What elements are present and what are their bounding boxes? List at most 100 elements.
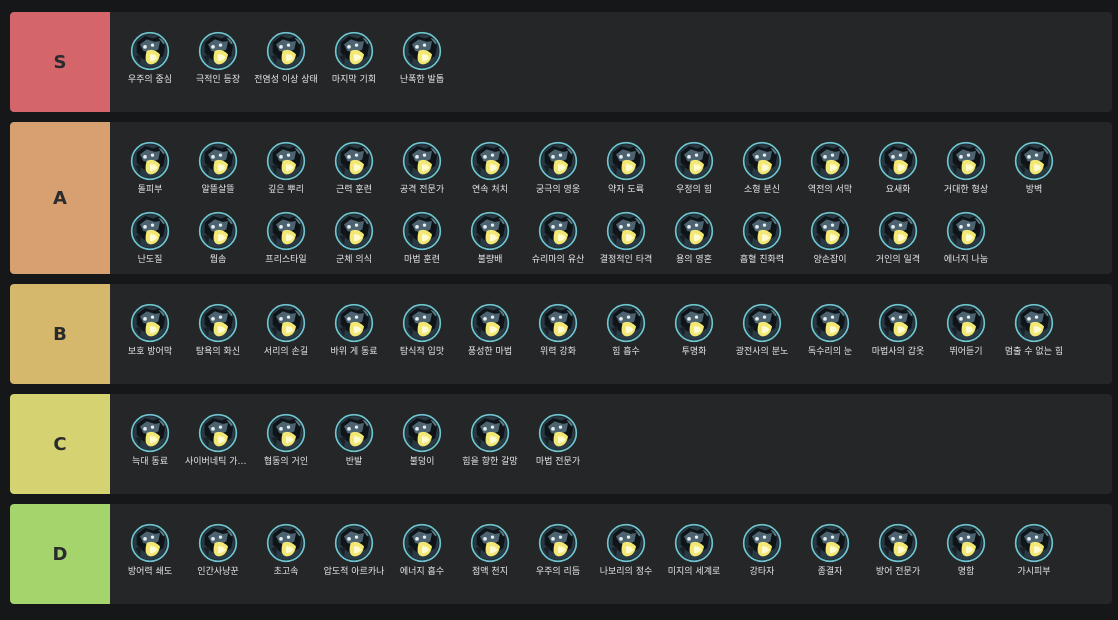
tier-item[interactable]: 알뜰살뜰 xyxy=(184,124,252,194)
tier-item[interactable]: 투명화 xyxy=(660,286,728,356)
tier-item[interactable]: 우정의 힘 xyxy=(660,124,728,194)
tier-item[interactable]: 마법 훈련 xyxy=(388,194,456,264)
augment-portrait-icon xyxy=(130,303,170,343)
tier-item[interactable]: 멈출 수 없는 힘 xyxy=(1000,286,1068,356)
tier-item[interactable]: 방벽 xyxy=(1000,124,1068,194)
tier-item[interactable]: 마법 전문가 xyxy=(524,396,592,466)
tier-item[interactable]: 흡혈 친화력 xyxy=(728,194,796,264)
augment-portrait-icon xyxy=(742,141,782,181)
tier-item[interactable]: 극적인 등장 xyxy=(184,14,252,84)
augment-portrait-icon xyxy=(470,413,510,453)
tier-item[interactable]: 점액 천지 xyxy=(456,506,524,576)
tier-item[interactable]: 나보리의 정수 xyxy=(592,506,660,576)
tier-item[interactable]: 불량배 xyxy=(456,194,524,264)
augment-portrait-icon xyxy=(606,523,646,563)
tier-item[interactable]: 군체 의식 xyxy=(320,194,388,264)
tier-item[interactable]: 거인의 일격 xyxy=(864,194,932,264)
augment-portrait-icon xyxy=(742,303,782,343)
tier-item[interactable]: 난폭한 발톱 xyxy=(388,14,456,84)
tier-item-label: 광전사의 분노 xyxy=(735,347,789,356)
tier-item[interactable]: 약자 도륙 xyxy=(592,124,660,194)
tier-item[interactable]: 역전의 서막 xyxy=(796,124,864,194)
tier-item[interactable]: 종결자 xyxy=(796,506,864,576)
tier-item[interactable]: 거대한 형상 xyxy=(932,124,1000,194)
tier-item-label: 탐욕의 화신 xyxy=(195,347,241,356)
augment-portrait-icon xyxy=(878,523,918,563)
augment-portrait-icon xyxy=(946,523,986,563)
tier-item[interactable]: 마지막 기회 xyxy=(320,14,388,84)
tier-item[interactable]: 돌피부 xyxy=(116,124,184,194)
tier-item[interactable]: 에너지 흡수 xyxy=(388,506,456,576)
tier-item[interactable]: 용의 영혼 xyxy=(660,194,728,264)
tier-row-a: A 돌피부 알뜰살뜰 깊은 뿌리 근력 훈련 공격 전문가 연속 처치 궁극의 영웅 약자 도륙… xyxy=(10,122,1112,274)
tier-item[interactable]: 방어력 쇄도 xyxy=(116,506,184,576)
tier-item[interactable]: 연속 처치 xyxy=(456,124,524,194)
tier-item[interactable]: 난도질 xyxy=(116,194,184,264)
tier-item[interactable]: 탐식적 입맛 xyxy=(388,286,456,356)
tier-item[interactable]: 요새화 xyxy=(864,124,932,194)
tier-item-label: 인간사냥꾼 xyxy=(197,567,239,576)
tier-items-container: 우주의 중심 극적인 등장 전염성 이상 상태 마지막 기회 난폭한 발톱 xyxy=(110,12,1112,112)
tier-item[interactable]: 반발 xyxy=(320,396,388,466)
tier-item[interactable]: 우주의 리듬 xyxy=(524,506,592,576)
tier-label[interactable]: B xyxy=(10,284,110,384)
tier-item[interactable]: 보호 방어막 xyxy=(116,286,184,356)
tier-item[interactable]: 바위 게 동료 xyxy=(320,286,388,356)
tier-item-label: 용의 영혼 xyxy=(676,255,712,264)
tier-item[interactable]: 탐욕의 화신 xyxy=(184,286,252,356)
tier-item-label: 우정의 힘 xyxy=(676,185,712,194)
tier-item[interactable]: 초고속 xyxy=(252,506,320,576)
tier-label[interactable]: A xyxy=(10,122,110,274)
augment-portrait-icon xyxy=(402,523,442,563)
tier-item[interactable]: 뛰어듣기 xyxy=(932,286,1000,356)
tier-item[interactable]: 명함 xyxy=(932,506,1000,576)
tier-label[interactable]: D xyxy=(10,504,110,604)
tier-item[interactable]: 깊은 뿌리 xyxy=(252,124,320,194)
tier-item[interactable]: 가시피부 xyxy=(1000,506,1068,576)
tier-item[interactable]: 협동의 거인 xyxy=(252,396,320,466)
tier-item[interactable]: 압도적 아르카나 xyxy=(320,506,388,576)
tier-item[interactable]: 서리의 손길 xyxy=(252,286,320,356)
tier-item-label: 보호 방어막 xyxy=(127,347,173,356)
tier-item[interactable]: 근력 훈련 xyxy=(320,124,388,194)
tier-item[interactable]: 궁극의 영웅 xyxy=(524,124,592,194)
tier-item[interactable]: 미지의 세계로 xyxy=(660,506,728,576)
tier-item[interactable]: 슈리마의 유산 xyxy=(524,194,592,264)
augment-portrait-icon xyxy=(538,413,578,453)
tier-item-label: 풍성한 마법 xyxy=(467,347,513,356)
tier-item[interactable]: 독수리의 눈 xyxy=(796,286,864,356)
augment-portrait-icon xyxy=(742,523,782,563)
tier-item-label: 돌피부 xyxy=(137,185,163,194)
tier-item[interactable]: 우주의 중심 xyxy=(116,14,184,84)
tier-item[interactable]: 불덩이 xyxy=(388,396,456,466)
tier-item[interactable]: 사이버네틱 가속기 xyxy=(184,396,252,466)
augment-portrait-icon xyxy=(538,211,578,251)
tier-item[interactable]: 마법사의 갑옷 xyxy=(864,286,932,356)
tier-item[interactable]: 광전사의 분노 xyxy=(728,286,796,356)
tier-item[interactable]: 방어 전문가 xyxy=(864,506,932,576)
tier-item[interactable]: 전염성 이상 상태 xyxy=(252,14,320,84)
tier-item[interactable]: 풍성한 마법 xyxy=(456,286,524,356)
tier-item[interactable]: 뭡솜 xyxy=(184,194,252,264)
tier-item[interactable]: 프리스타일 xyxy=(252,194,320,264)
tier-item[interactable]: 힘을 향한 갈망 xyxy=(456,396,524,466)
tier-label[interactable]: S xyxy=(10,12,110,112)
tier-item[interactable]: 공격 전문가 xyxy=(388,124,456,194)
tier-item[interactable]: 강타자 xyxy=(728,506,796,576)
tier-item-label: 서리의 손길 xyxy=(263,347,309,356)
augment-portrait-icon xyxy=(334,523,374,563)
tier-item-label: 난도질 xyxy=(137,255,163,264)
tier-item-label: 명함 xyxy=(957,567,975,576)
augment-portrait-icon xyxy=(606,303,646,343)
tier-item[interactable]: 위력 강화 xyxy=(524,286,592,356)
tier-label[interactable]: C xyxy=(10,394,110,494)
tier-item[interactable]: 양손잡이 xyxy=(796,194,864,264)
tier-item[interactable]: 소형 분신 xyxy=(728,124,796,194)
tier-item[interactable]: 에너지 나눔 xyxy=(932,194,1000,264)
tier-item[interactable]: 결정적인 타격 xyxy=(592,194,660,264)
tier-item[interactable]: 힘 흡수 xyxy=(592,286,660,356)
augment-portrait-icon xyxy=(198,211,238,251)
tier-item[interactable]: 늑대 동료 xyxy=(116,396,184,466)
tier-item-label: 극적인 등장 xyxy=(195,75,241,84)
tier-item[interactable]: 인간사냥꾼 xyxy=(184,506,252,576)
